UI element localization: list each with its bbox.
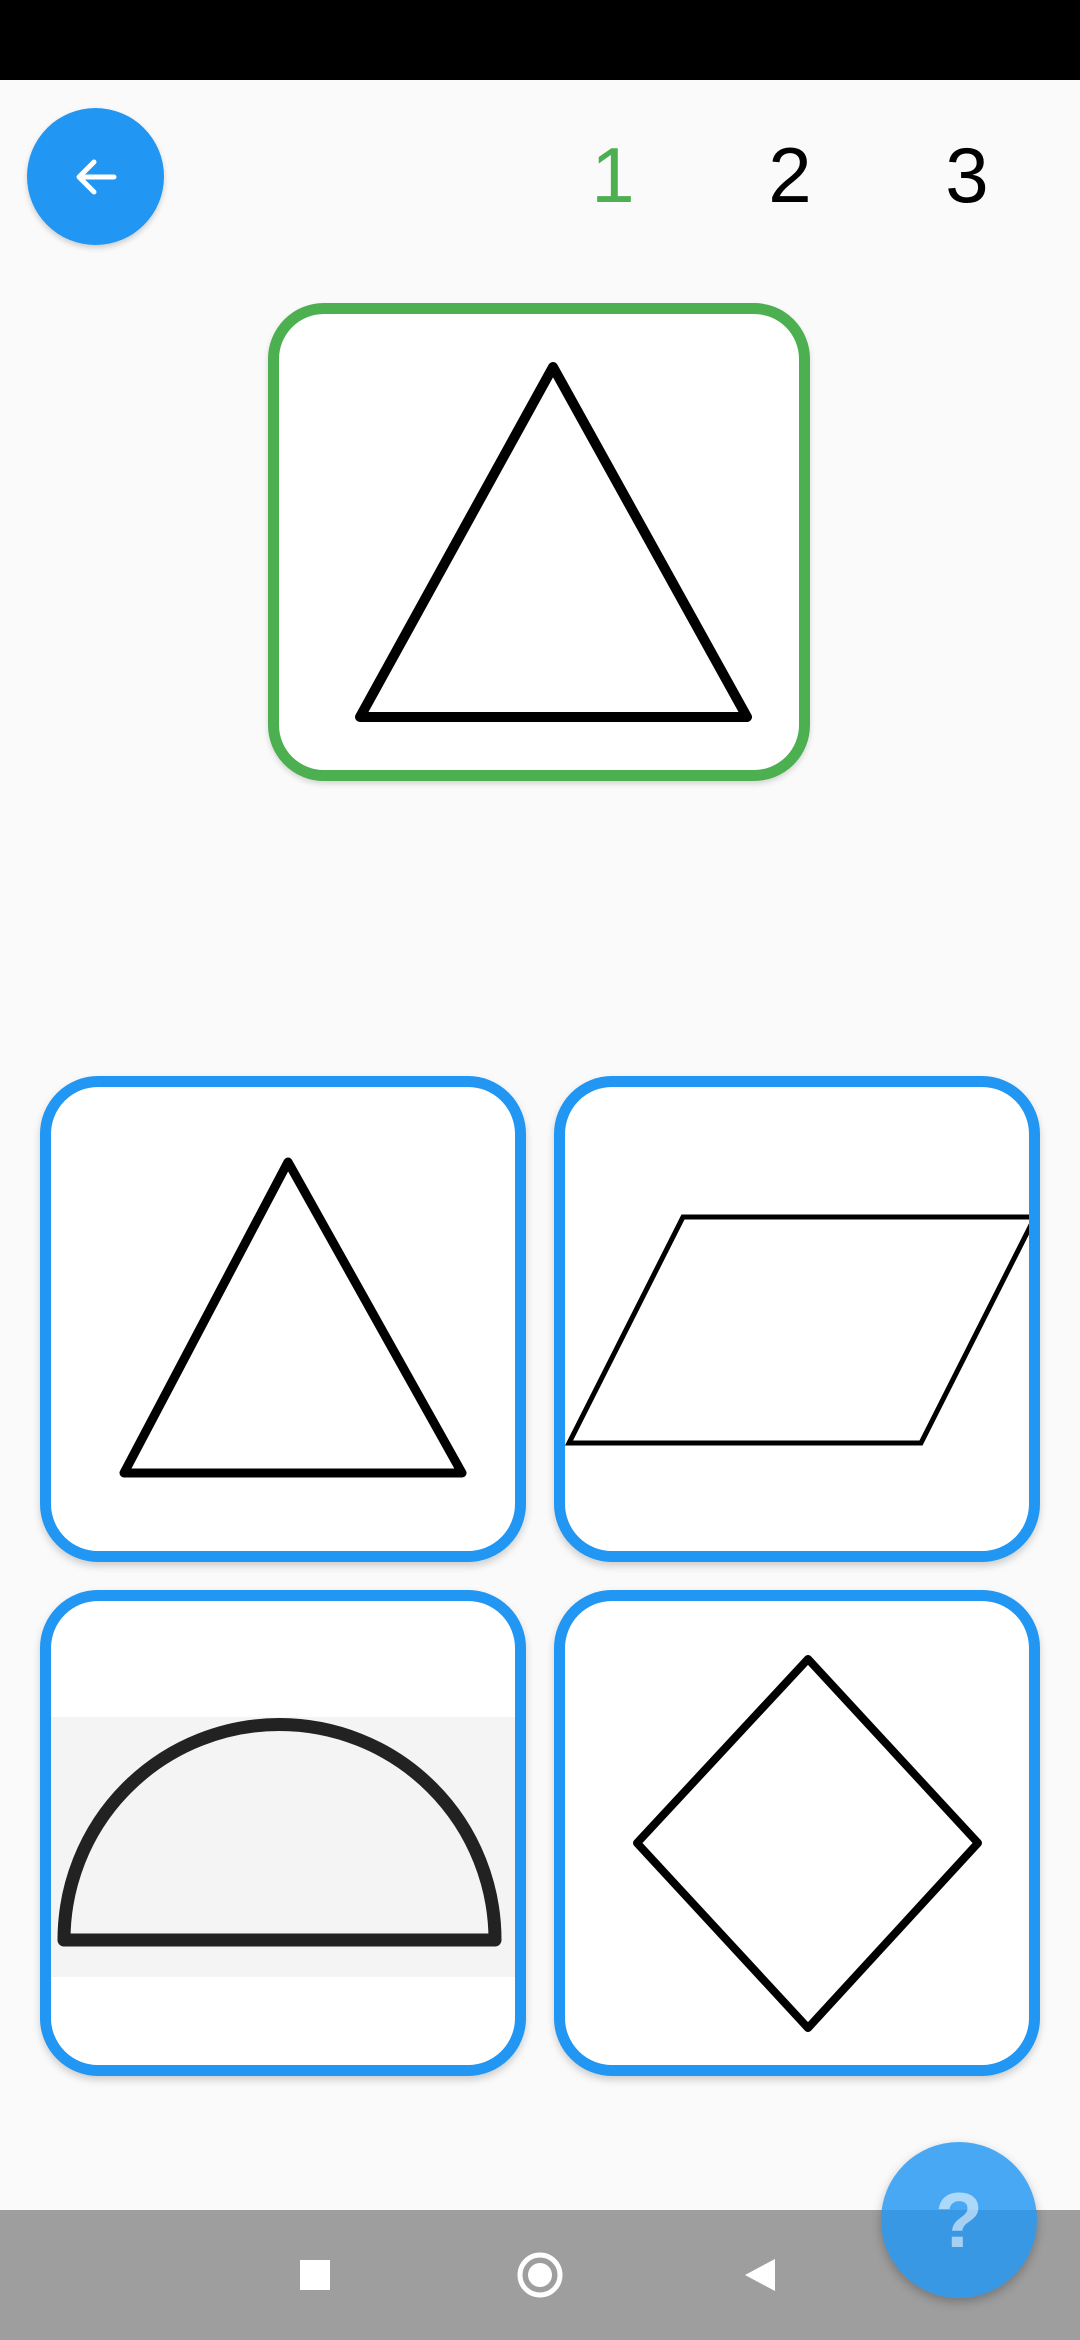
option-card-parallelogram[interactable] (554, 1076, 1040, 1562)
semicircle-shape (51, 1717, 515, 1977)
recents-square-icon[interactable] (260, 2210, 370, 2340)
target-shape-card (268, 303, 810, 781)
triangle-shape (355, 362, 752, 722)
home-circle-icon[interactable] (485, 2210, 595, 2340)
status-bar (0, 0, 1080, 80)
diamond-shape (633, 1655, 982, 2032)
back-triangle-icon[interactable] (705, 2210, 815, 2340)
step-indicator: 1 2 3 (0, 125, 1080, 225)
help-button[interactable]: ? (881, 2142, 1037, 2298)
option-card-diamond[interactable] (554, 1590, 1040, 2076)
step-1[interactable]: 1 (563, 125, 663, 225)
help-label: ? (935, 2176, 983, 2264)
option-card-semicircle[interactable] (40, 1590, 526, 2076)
triangle-shape (119, 1157, 467, 1478)
parallelogram-shape (565, 1214, 1029, 1446)
step-3[interactable]: 3 (917, 125, 1017, 225)
step-2[interactable]: 2 (740, 125, 840, 225)
option-card-triangle[interactable] (40, 1076, 526, 1562)
